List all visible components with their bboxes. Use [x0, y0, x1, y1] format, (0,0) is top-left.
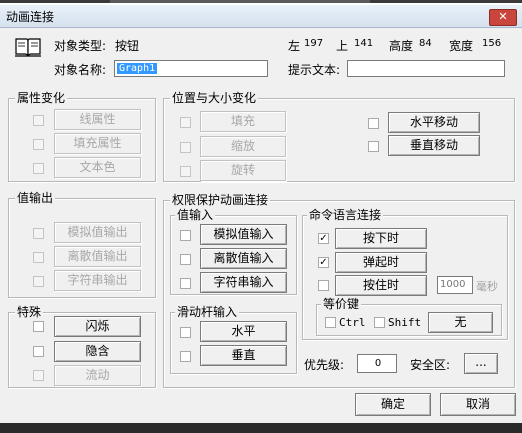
press-checkbox[interactable]: ✓ — [318, 233, 329, 244]
release-checkbox[interactable]: ✓ — [318, 257, 329, 268]
analog-output-checkbox[interactable] — [33, 228, 44, 239]
on-release-button[interactable]: 弹起时 — [335, 252, 427, 273]
blink-button[interactable]: 闪烁 — [54, 316, 141, 337]
book-icon — [15, 38, 41, 57]
ctrl-checkbox[interactable] — [325, 317, 336, 328]
ms-unit-label: 毫秒 — [476, 280, 498, 293]
hint-label: 提示文本: — [288, 63, 341, 77]
title-bar: 动画连接 ✕ — [0, 5, 522, 28]
value-output-title: 值输出 — [15, 191, 56, 205]
fill-attr-button[interactable]: 填充属性 — [54, 133, 141, 154]
special-title: 特殊 — [15, 305, 44, 319]
line-attr-button[interactable]: 线属性 — [54, 109, 141, 130]
hold-ms-input[interactable]: 1000 — [437, 276, 473, 294]
pos-fill-checkbox[interactable] — [180, 117, 191, 128]
height-value: 84 — [419, 38, 432, 49]
scale-button[interactable]: 缩放 — [200, 136, 286, 157]
value-input-title: 值输入 — [175, 208, 216, 222]
string-output-button[interactable]: 字符串输出 — [54, 270, 141, 291]
window-title: 动画连接 — [6, 10, 55, 24]
object-name-field[interactable]: Graph1 — [114, 60, 268, 77]
fill-attr-checkbox[interactable] — [33, 139, 44, 150]
check-mark-icon: ✓ — [319, 257, 328, 268]
attr-change-title: 属性变化 — [15, 91, 68, 105]
string-output-checkbox[interactable] — [33, 276, 44, 287]
hint-text-input[interactable] — [347, 60, 505, 77]
analog-input-button[interactable]: 模拟值输入 — [200, 224, 287, 245]
rotate-checkbox[interactable] — [180, 166, 191, 177]
vertical-move-checkbox[interactable] — [368, 141, 379, 152]
rotate-button[interactable]: 旋转 — [200, 160, 286, 181]
left-value: 197 — [304, 38, 324, 49]
discrete-output-button[interactable]: 离散值输出 — [54, 246, 141, 267]
discrete-input-checkbox[interactable] — [180, 254, 191, 265]
width-value: 156 — [482, 38, 502, 49]
top-label: 上 — [336, 39, 349, 53]
horizontal-move-button[interactable]: 水平移动 — [388, 112, 480, 133]
slider-horizontal-button[interactable]: 水平 — [200, 321, 287, 342]
vertical-move-button[interactable]: 垂直移动 — [388, 135, 480, 156]
slider-vertical-checkbox[interactable] — [180, 351, 191, 362]
bottom-strip — [0, 423, 522, 433]
flow-button[interactable]: 流动 — [54, 365, 141, 386]
hotkey-button[interactable]: 无 — [428, 312, 493, 333]
analog-input-checkbox[interactable] — [180, 230, 191, 241]
blink-checkbox[interactable] — [33, 321, 44, 332]
discrete-output-checkbox[interactable] — [33, 252, 44, 263]
security-zone-button[interactable]: ... — [464, 353, 498, 374]
command-title: 命令语言连接 — [307, 208, 384, 222]
shift-label: Shift — [388, 316, 422, 329]
pos-fill-button[interactable]: 填充 — [200, 111, 286, 132]
ok-button[interactable]: 确定 — [355, 393, 431, 416]
text-color-button[interactable]: 文本色 — [54, 157, 141, 178]
left-label: 左 — [288, 39, 301, 53]
hide-checkbox[interactable] — [33, 346, 44, 357]
height-label: 高度 — [389, 39, 414, 53]
flow-checkbox[interactable] — [33, 370, 44, 381]
on-press-button[interactable]: 按下时 — [335, 228, 427, 249]
discrete-input-button[interactable]: 离散值输入 — [200, 248, 287, 269]
object-name-value: Graph1 — [117, 63, 158, 74]
width-label: 宽度 — [449, 39, 474, 53]
object-name-label: 对象名称: — [54, 63, 107, 77]
line-attr-checkbox[interactable] — [33, 115, 44, 126]
check-mark-icon: ✓ — [319, 233, 328, 244]
text-color-checkbox[interactable] — [33, 163, 44, 174]
string-input-checkbox[interactable] — [180, 278, 191, 289]
cancel-button[interactable]: 取消 — [440, 393, 516, 416]
string-input-button[interactable]: 字符串输入 — [200, 272, 287, 293]
permission-title: 权限保护动画连接 — [170, 193, 271, 207]
scale-checkbox[interactable] — [180, 142, 191, 153]
hide-button[interactable]: 隐含 — [54, 341, 141, 362]
hold-checkbox[interactable] — [318, 280, 329, 291]
close-button[interactable]: ✕ — [489, 9, 517, 26]
slider-input-title: 滑动杆输入 — [175, 305, 240, 319]
slider-horizontal-checkbox[interactable] — [180, 327, 191, 338]
horizontal-move-checkbox[interactable] — [368, 118, 379, 129]
slider-vertical-button[interactable]: 垂直 — [200, 345, 287, 366]
object-type-value: 按钮 — [115, 39, 140, 53]
top-value: 141 — [354, 38, 374, 49]
ctrl-label: Ctrl — [339, 316, 366, 329]
shift-checkbox[interactable] — [374, 317, 385, 328]
security-label: 安全区: — [410, 358, 451, 372]
priority-input[interactable]: 0 — [357, 354, 397, 373]
analog-output-button[interactable]: 模拟值输出 — [54, 222, 141, 243]
while-hold-button[interactable]: 按住时 — [335, 275, 427, 296]
priority-label: 优先级: — [304, 358, 345, 372]
object-type-label: 对象类型: — [54, 39, 107, 53]
hotkey-title: 等价键 — [321, 297, 362, 311]
position-size-title: 位置与大小变化 — [170, 91, 259, 105]
